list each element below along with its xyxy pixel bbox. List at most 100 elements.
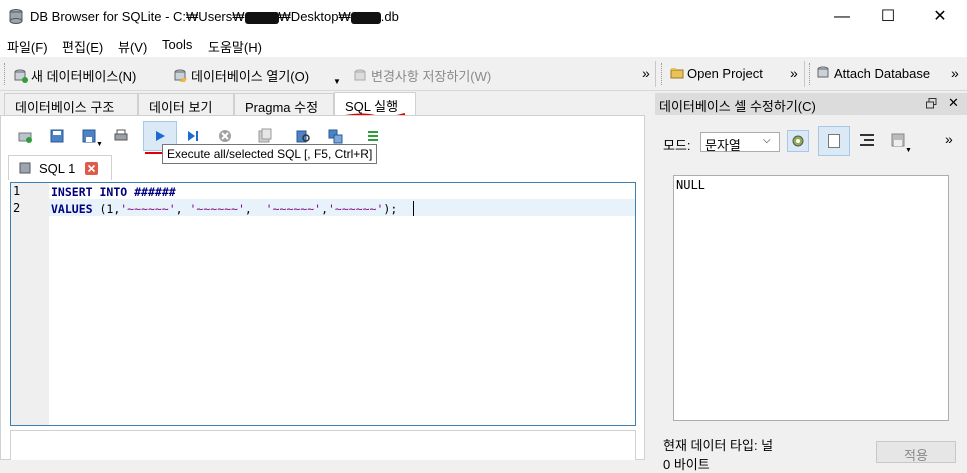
play-icon: [156, 131, 165, 141]
new-database-button[interactable]: 새 데이터베이스(N): [14, 66, 136, 85]
keyword-insert: INSERT: [51, 185, 93, 199]
menu-bar: 파일(F) 편집(E) 뷰(V) Tools 도움말(H): [0, 33, 967, 57]
auto-switch-mode-button[interactable]: [787, 130, 809, 152]
maximize-button[interactable]: ☐: [865, 0, 911, 33]
toolbar-separator: [804, 61, 805, 87]
line-number-gutter: 1 2: [11, 183, 49, 425]
title-mid: ₩Desktop₩: [278, 9, 351, 24]
minimize-button[interactable]: —: [819, 0, 865, 33]
code-punct: ,: [321, 202, 328, 216]
export-icon[interactable]: [891, 133, 905, 147]
tab-browse-data[interactable]: 데이터 보기: [138, 93, 234, 115]
attach-database-button[interactable]: Attach Database: [817, 66, 930, 81]
new-database-icon: [14, 69, 28, 83]
database-app-icon: [9, 9, 23, 24]
code-punct: );: [383, 202, 398, 216]
open-database-label: 데이터베이스 열기(O): [191, 69, 310, 84]
indent-icon[interactable]: [860, 134, 874, 146]
chevron-down-icon: ⌵: [763, 135, 771, 146]
find-replace-icon[interactable]: [327, 128, 343, 144]
comment-lines-icon[interactable]: [365, 128, 381, 144]
title-suffix: .db: [380, 9, 399, 24]
redaction-mark: [350, 11, 381, 24]
word-wrap-button[interactable]: [818, 126, 850, 156]
code-line-1: INSERT INTO ######: [51, 185, 176, 199]
save-results-icon[interactable]: [257, 128, 273, 144]
mode-select[interactable]: 문자열 ⌵: [700, 132, 780, 153]
cell-text-area[interactable]: NULL: [673, 175, 949, 421]
text-cursor: [413, 201, 414, 216]
code-punct: ,: [244, 202, 266, 216]
redaction-mark: [244, 11, 279, 24]
find-icon[interactable]: [295, 128, 311, 144]
sql-tab-1[interactable]: SQL 1: [8, 155, 112, 180]
save-sql-file-icon[interactable]: [81, 128, 97, 144]
string-literal: '~~~~~~': [265, 202, 322, 216]
edit-cell-header: 데이터베이스 셀 수정하기(C) ✕: [655, 93, 967, 115]
stop-icon[interactable]: [217, 128, 233, 144]
open-database-dropdown-icon[interactable]: ▼: [333, 77, 341, 86]
edit-cell-panel: 데이터베이스 셀 수정하기(C) ✕ 모드: 문자열 ⌵ ▼ » NULL 현재…: [655, 93, 967, 472]
title-bar: DB Browser for SQLite - C:₩Users₩ ₩Deskto…: [0, 0, 967, 33]
code-punct: ,: [175, 202, 190, 216]
save-dropdown-icon[interactable]: ▼: [96, 141, 103, 148]
new-database-label: 새 데이터베이스(N): [31, 69, 137, 84]
code-punct: (1,: [92, 202, 121, 216]
tab-edit-pragmas[interactable]: Pragma 수정: [234, 93, 334, 115]
open-project-icon: [670, 68, 684, 79]
code-line-2: VALUES (1,'~~~~~~', '~~~~~~', '~~~~~~','…: [51, 202, 397, 216]
string-literal: '~~~~~~': [120, 202, 176, 216]
line-number: 1: [13, 184, 21, 198]
menu-tools[interactable]: Tools: [162, 37, 192, 52]
string-literal: '~~~~~~': [328, 202, 384, 216]
open-project-label: Open Project: [687, 66, 763, 81]
menu-help[interactable]: 도움말(H): [208, 37, 262, 56]
execute-current-line-icon[interactable]: [185, 128, 201, 144]
toolbar-separator: [655, 61, 656, 87]
write-changes-button[interactable]: 변경사항 저장하기(W): [354, 66, 491, 85]
execute-tooltip: Execute all/selected SQL [, F5, Ctrl+R]: [162, 144, 378, 164]
cell-value: NULL: [676, 178, 705, 192]
menu-edit[interactable]: 편집(E): [62, 37, 103, 56]
toolbar-overflow-icon[interactable]: »: [951, 65, 959, 81]
toolbar-grip[interactable]: [809, 63, 812, 85]
write-changes-icon: [354, 69, 366, 81]
open-sql-file-icon[interactable]: [49, 128, 65, 144]
edit-cell-title: 데이터베이스 셀 수정하기(C): [659, 99, 816, 114]
toolbar-grip[interactable]: [4, 63, 7, 85]
keyword-into: INTO: [99, 185, 128, 199]
main-toolbar: 새 데이터베이스(N) 데이터베이스 열기(O) ▼ 변경사항 저장하기(W) …: [0, 57, 967, 91]
open-database-button[interactable]: 데이터베이스 열기(O): [174, 66, 309, 85]
close-button[interactable]: ✕: [917, 0, 963, 33]
toolbar-overflow-icon[interactable]: »: [642, 65, 650, 81]
open-project-button[interactable]: Open Project: [670, 66, 763, 81]
export-dropdown-icon[interactable]: ▼: [905, 147, 912, 154]
data-size-label: 0 바이트: [663, 457, 710, 472]
close-panel-icon[interactable]: ✕: [948, 95, 959, 111]
panel-overflow-icon[interactable]: »: [945, 131, 953, 147]
toolbar-grip[interactable]: [661, 63, 664, 85]
tab-database-structure[interactable]: 데이터베이스 구조: [4, 93, 138, 115]
mode-label: 모드:: [663, 138, 691, 153]
open-tab-icon[interactable]: [17, 128, 33, 144]
attach-database-label: Attach Database: [834, 66, 931, 81]
float-panel-icon[interactable]: [926, 98, 937, 109]
window-title: DB Browser for SQLite - C:₩Users₩ ₩Deskto…: [30, 9, 399, 24]
menu-view[interactable]: 뷰(V): [118, 37, 147, 56]
sql-editor[interactable]: 1 2 INSERT INTO ###### VALUES (1,'~~~~~~…: [10, 182, 636, 426]
print-icon[interactable]: [113, 128, 129, 144]
toolbar-overflow-icon[interactable]: »: [790, 65, 798, 81]
gear-icon: [792, 135, 804, 147]
title-prefix: DB Browser for SQLite - C:₩Users₩: [30, 9, 245, 24]
menu-file[interactable]: 파일(F): [7, 37, 48, 56]
data-type-label: 현재 데이터 타입: 널: [663, 438, 774, 453]
keyword-values: VALUES: [51, 202, 93, 216]
string-literal: '~~~~~~': [189, 202, 245, 216]
sql-tab-label: SQL 1: [39, 161, 76, 176]
write-changes-label: 변경사항 저장하기(W): [371, 69, 492, 84]
close-tab-icon[interactable]: [85, 162, 98, 175]
results-pane[interactable]: [10, 430, 636, 460]
document-icon: [828, 134, 840, 148]
open-database-icon: [174, 69, 187, 82]
mode-value: 문자열: [705, 138, 741, 153]
